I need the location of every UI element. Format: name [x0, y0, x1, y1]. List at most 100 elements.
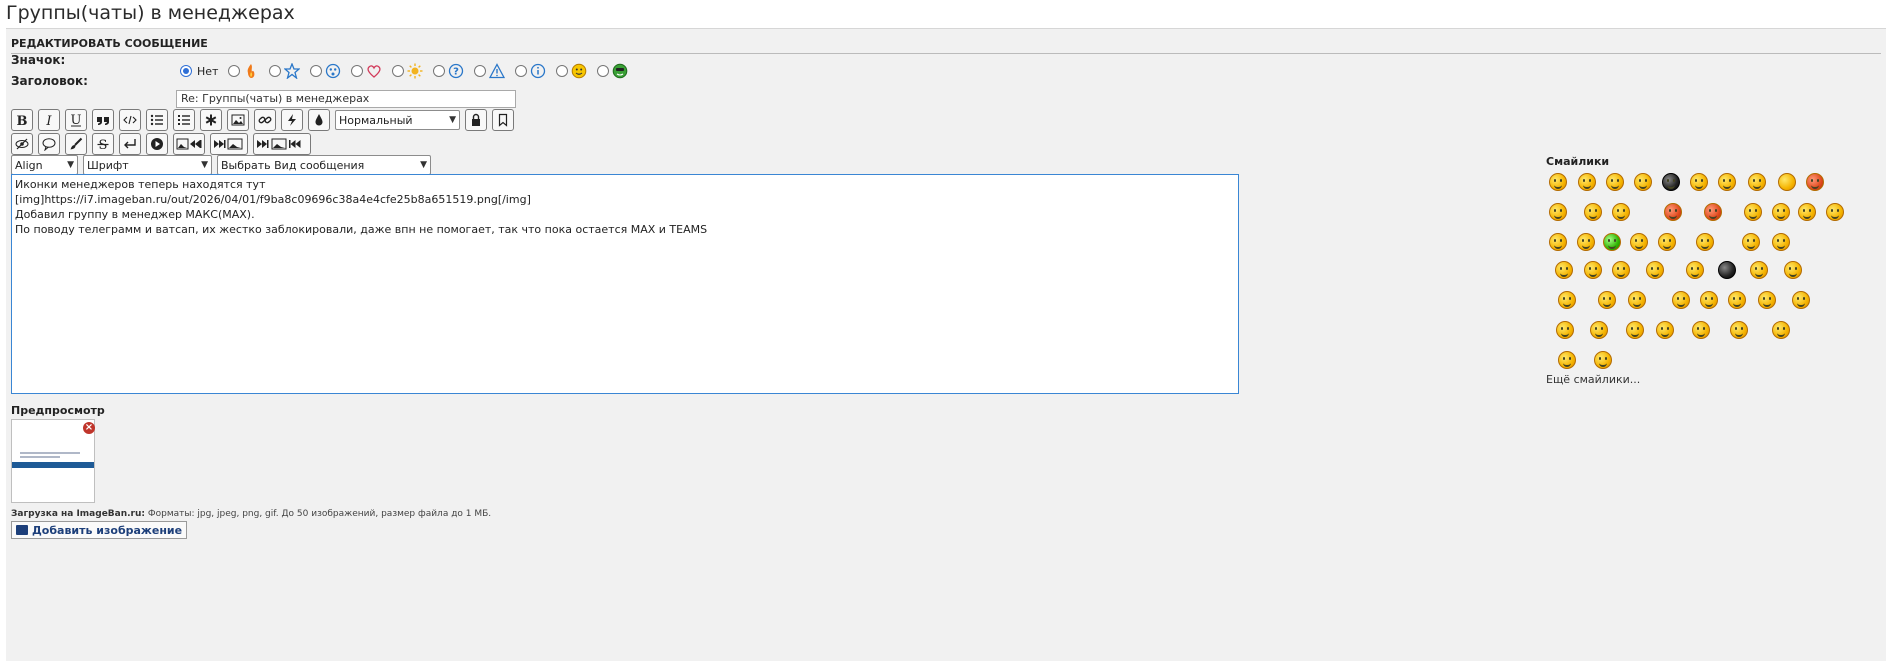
- smiley-icon[interactable]: [1778, 173, 1796, 191]
- smiley-icon[interactable]: [1612, 261, 1630, 279]
- upload-site-label: Загрузка на ImageBan.ru:: [11, 509, 145, 519]
- icon-radio-star[interactable]: [269, 65, 282, 77]
- smiley-icon[interactable]: [1628, 291, 1646, 309]
- smiley-icon[interactable]: [1558, 351, 1576, 369]
- message-type-select[interactable]: Выбрать Вид сообщения ▼: [217, 155, 431, 175]
- smiley-icon[interactable]: [1634, 173, 1652, 191]
- smiley-icon[interactable]: [1748, 173, 1766, 191]
- align-select[interactable]: Align ▼: [11, 155, 78, 175]
- icon-radio-face[interactable]: [310, 65, 323, 77]
- smiley-icon[interactable]: [1744, 203, 1762, 221]
- flash-icon[interactable]: [281, 109, 303, 131]
- icon-radio-alien[interactable]: [597, 65, 610, 77]
- smiley-icon[interactable]: [1549, 173, 1567, 191]
- icon-radio-none[interactable]: [180, 65, 192, 77]
- icon-radio-fire[interactable]: [228, 65, 241, 77]
- smiley-icon[interactable]: [1662, 173, 1680, 191]
- play-circle-icon[interactable]: [146, 133, 168, 155]
- hide-icon[interactable]: [11, 133, 33, 155]
- image-left-icon[interactable]: [173, 133, 205, 155]
- smiley-icon[interactable]: [1656, 321, 1674, 339]
- smiley-icon[interactable]: [1690, 173, 1708, 191]
- more-smilies-link[interactable]: Ещё смайлики...: [1546, 373, 1640, 386]
- smiley-icon[interactable]: [1578, 173, 1596, 191]
- smiley-icon[interactable]: [1750, 261, 1768, 279]
- smiley-icon[interactable]: [1606, 173, 1624, 191]
- smiley-icon[interactable]: [1692, 321, 1710, 339]
- smiley-icon[interactable]: [1549, 233, 1567, 251]
- smiley-icon[interactable]: [1772, 233, 1790, 251]
- smiley-icon[interactable]: [1792, 291, 1810, 309]
- smiley-icon[interactable]: [1577, 233, 1595, 251]
- smiley-icon[interactable]: [1700, 291, 1718, 309]
- smiley-icon[interactable]: [1630, 233, 1648, 251]
- smiley-icon[interactable]: [1590, 321, 1608, 339]
- smiley-icon[interactable]: [1772, 203, 1790, 221]
- numbered-list-icon[interactable]: [173, 109, 195, 131]
- brush-icon[interactable]: [65, 133, 87, 155]
- text-size-select[interactable]: Нормальный ▼: [335, 110, 460, 130]
- smiley-icon[interactable]: [1718, 173, 1736, 191]
- link-icon[interactable]: [254, 109, 276, 131]
- icon-radio-sun[interactable]: [392, 65, 405, 77]
- message-textarea[interactable]: Иконки менеджеров теперь находятся тут […: [11, 174, 1239, 394]
- smiley-icon[interactable]: [1696, 233, 1714, 251]
- add-image-button[interactable]: Добавить изображение: [11, 521, 188, 539]
- smiley-icon[interactable]: [1742, 233, 1760, 251]
- smiley-icon[interactable]: [1758, 291, 1776, 309]
- smiley-icon[interactable]: [1612, 203, 1630, 221]
- smiley-icon[interactable]: [1626, 321, 1644, 339]
- smiley-icon[interactable]: [1584, 203, 1602, 221]
- smiley-icon[interactable]: [1772, 321, 1790, 339]
- smiley-icon[interactable]: [1718, 261, 1736, 279]
- icon-radio-question[interactable]: [433, 65, 446, 77]
- quote-icon[interactable]: [92, 109, 114, 131]
- smiley-icon[interactable]: [1658, 233, 1676, 251]
- smiley-icon[interactable]: [1664, 203, 1682, 221]
- bold-button[interactable]: B: [11, 109, 33, 131]
- smiley-icon[interactable]: [1730, 321, 1748, 339]
- image-thumbnail[interactable]: ×: [11, 419, 95, 503]
- close-icon[interactable]: ×: [83, 422, 95, 434]
- speech-bubble-icon[interactable]: [38, 133, 60, 155]
- smiley-icon[interactable]: [1594, 351, 1612, 369]
- icon-radio-warning[interactable]: [474, 65, 487, 77]
- color-drop-icon[interactable]: [308, 109, 330, 131]
- strikethrough-icon[interactable]: S: [92, 133, 114, 155]
- asterisk-icon[interactable]: [200, 109, 222, 131]
- icon-radio-heart[interactable]: [351, 65, 364, 77]
- smiley-icon[interactable]: [1558, 291, 1576, 309]
- smiley-icon[interactable]: [1549, 203, 1567, 221]
- smiley-icon[interactable]: [1728, 291, 1746, 309]
- underline-button[interactable]: U: [65, 109, 87, 131]
- icon-radio-smile[interactable]: [556, 65, 569, 77]
- message-line: [img]https://i7.imageban.ru/out/2026/04/…: [15, 193, 531, 206]
- bullet-list-icon[interactable]: [146, 109, 168, 131]
- bookmark-icon[interactable]: [492, 109, 514, 131]
- image-center-icon[interactable]: [253, 133, 311, 155]
- smiley-icon[interactable]: [1826, 203, 1844, 221]
- subject-input[interactable]: Re: Группы(чаты) в менеджерах: [176, 90, 516, 108]
- italic-button[interactable]: I: [38, 109, 60, 131]
- smiley-icon[interactable]: [1646, 261, 1664, 279]
- thumbnail-line: [20, 456, 60, 458]
- icon-radio-info[interactable]: [515, 65, 528, 77]
- smiley-icon[interactable]: [1556, 321, 1574, 339]
- smiley-icon[interactable]: [1686, 261, 1704, 279]
- smiley-icon[interactable]: [1784, 261, 1802, 279]
- font-select[interactable]: Шрифт ▼: [83, 155, 212, 175]
- smiley-icon[interactable]: [1806, 173, 1824, 191]
- image-icon[interactable]: [227, 109, 249, 131]
- smiley-icon[interactable]: [1598, 291, 1616, 309]
- lock-icon[interactable]: [465, 109, 487, 131]
- smiley-icon[interactable]: [1798, 203, 1816, 221]
- smiley-icon[interactable]: [1603, 233, 1621, 251]
- smiley-icon[interactable]: [1704, 203, 1722, 221]
- smiley-icon[interactable]: [1555, 261, 1573, 279]
- smiley-icon[interactable]: [1672, 291, 1690, 309]
- line-break-icon[interactable]: [119, 133, 141, 155]
- code-icon[interactable]: [119, 109, 141, 131]
- image-right-icon[interactable]: [210, 133, 248, 155]
- add-image-label: Добавить изображение: [32, 523, 183, 537]
- smiley-icon[interactable]: [1584, 261, 1602, 279]
